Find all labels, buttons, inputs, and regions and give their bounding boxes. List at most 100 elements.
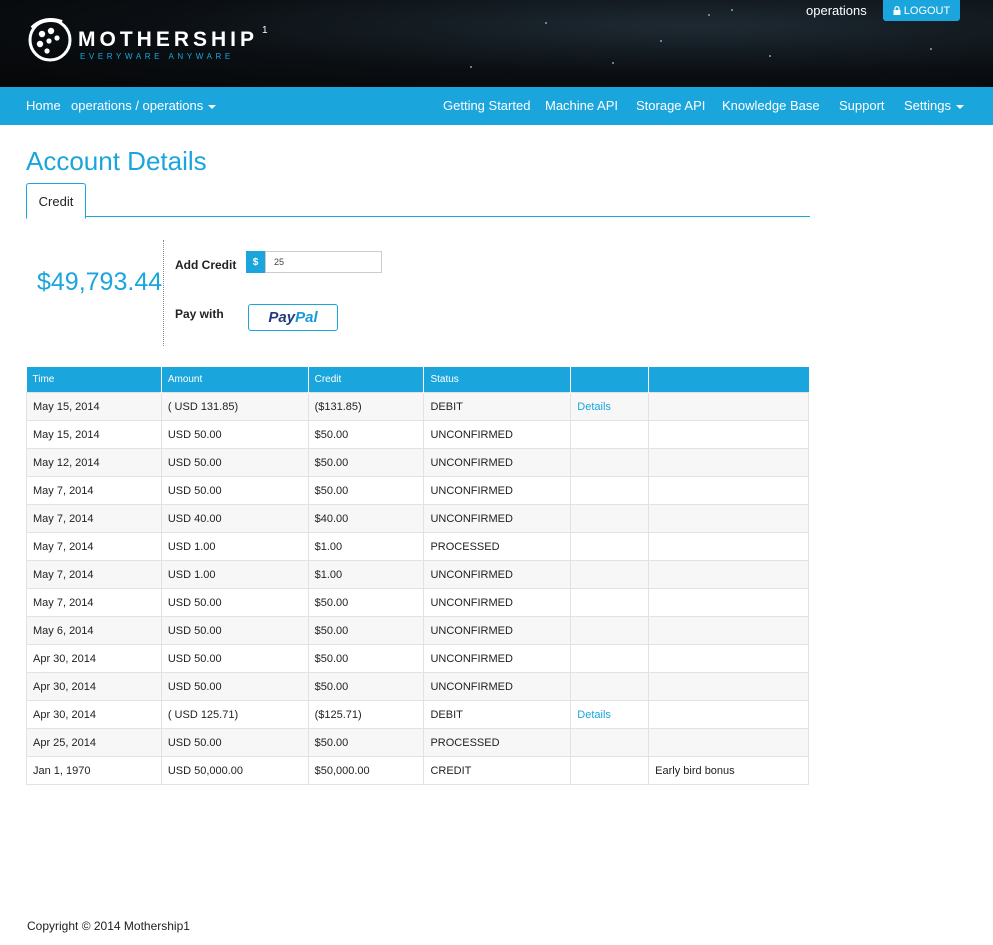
- credit-amount-input[interactable]: [265, 251, 382, 273]
- cell-status: UNCONFIRMED: [423, 588, 572, 617]
- star-decoration: [660, 40, 662, 42]
- details-link[interactable]: Details: [577, 401, 611, 413]
- nav-machine-api[interactable]: Machine API: [545, 98, 618, 113]
- cell-amount: USD 1.00: [160, 532, 309, 561]
- cell-details: [570, 560, 650, 589]
- brand-superscript: 1: [262, 25, 268, 36]
- cell-amount: USD 50.00: [160, 616, 309, 645]
- nav-knowledge-base[interactable]: Knowledge Base: [722, 98, 820, 113]
- table-row: May 7, 2014 USD 1.00 $1.00 UNCONFIRMED: [26, 560, 809, 589]
- cell-note: [648, 616, 809, 645]
- paypal-button[interactable]: Pay Pal: [248, 304, 338, 331]
- nav-support[interactable]: Support: [839, 98, 885, 113]
- cell-credit: $50.00: [307, 420, 425, 449]
- star-decoration: [930, 48, 932, 50]
- cell-details: Details: [570, 700, 650, 729]
- logout-button[interactable]: LOGOUT: [883, 0, 960, 21]
- credit-balance: $49,793.44: [37, 268, 163, 296]
- cell-time: May 12, 2014: [26, 448, 162, 477]
- cell-status: PROCESSED: [423, 728, 572, 757]
- cell-credit: $50.00: [307, 672, 425, 701]
- cell-status: PROCESSED: [423, 532, 572, 561]
- cell-details: [570, 728, 650, 757]
- table-row: Apr 30, 2014 ( USD 125.71) ($125.71) DEB…: [26, 700, 809, 729]
- cell-details: [570, 672, 650, 701]
- cell-credit: $1.00: [307, 532, 425, 561]
- cell-amount: ( USD 131.85): [160, 392, 309, 421]
- table-row: May 12, 2014 USD 50.00 $50.00 UNCONFIRME…: [26, 448, 809, 477]
- star-decoration: [612, 62, 614, 64]
- cell-note: [648, 644, 809, 673]
- cell-time: May 6, 2014: [26, 616, 162, 645]
- table-row: May 7, 2014 USD 50.00 $50.00 UNCONFIRMED: [26, 588, 809, 617]
- cell-time: May 15, 2014: [26, 420, 162, 449]
- table-row: May 7, 2014 USD 50.00 $50.00 UNCONFIRMED: [26, 476, 809, 505]
- nav-settings-label: Settings: [904, 98, 951, 113]
- logout-label: LOGOUT: [903, 4, 951, 17]
- column-header-status: Status: [423, 367, 572, 393]
- cell-credit: $50.00: [307, 448, 425, 477]
- nav-account-label: operations / operations: [71, 98, 204, 113]
- table-row: Apr 30, 2014 USD 50.00 $50.00 UNCONFIRME…: [26, 672, 809, 701]
- cell-credit: $50,000.00: [307, 756, 425, 785]
- nav-settings-dropdown[interactable]: Settings: [904, 98, 964, 113]
- brand-tagline: EVERYWARE ANYWARE: [80, 52, 234, 61]
- cell-details: [570, 616, 650, 645]
- cell-time: Apr 30, 2014: [26, 644, 162, 673]
- cell-time: May 7, 2014: [26, 588, 162, 617]
- star-decoration: [545, 22, 547, 24]
- table-row: Jan 1, 1970 USD 50,000.00 $50,000.00 CRE…: [26, 756, 809, 785]
- cell-credit: $50.00: [307, 644, 425, 673]
- cell-time: Apr 25, 2014: [26, 728, 162, 757]
- table-row: May 7, 2014 USD 1.00 $1.00 PROCESSED: [26, 532, 809, 561]
- paypal-logo-part1: Pay: [268, 309, 296, 326]
- cell-credit: ($131.85): [307, 392, 425, 421]
- table-row: May 15, 2014 ( USD 131.85) ($131.85) DEB…: [26, 392, 809, 421]
- nav-home[interactable]: Home: [26, 98, 61, 113]
- cell-status: DEBIT: [423, 700, 572, 729]
- cell-details: [570, 532, 650, 561]
- cell-credit: ($125.71): [307, 700, 425, 729]
- currency-addon: $: [246, 251, 265, 273]
- star-decoration: [470, 66, 472, 68]
- cell-credit: $50.00: [307, 476, 425, 505]
- nav-getting-started[interactable]: Getting Started: [443, 98, 530, 113]
- column-header-details: [570, 367, 650, 393]
- column-header-credit: Credit: [308, 367, 425, 393]
- table-row: May 6, 2014 USD 50.00 $50.00 UNCONFIRMED: [26, 616, 809, 645]
- cell-status: UNCONFIRMED: [423, 420, 572, 449]
- footer-copyright: Copyright © 2014 Mothership1: [27, 919, 190, 933]
- cell-details: [570, 448, 650, 477]
- cell-note: [648, 588, 809, 617]
- table-row: Apr 30, 2014 USD 50.00 $50.00 UNCONFIRME…: [26, 644, 809, 673]
- cell-status: DEBIT: [423, 392, 572, 421]
- user-name[interactable]: operations: [806, 3, 867, 18]
- tab-credit[interactable]: Credit: [26, 183, 86, 219]
- cell-amount: USD 50.00: [160, 644, 309, 673]
- table-row: Apr 25, 2014 USD 50.00 $50.00 PROCESSED: [26, 728, 809, 757]
- transactions-table: Time Amount Credit Status May 15, 2014 (…: [26, 367, 809, 785]
- nav-account-dropdown[interactable]: operations / operations: [71, 98, 217, 113]
- cell-amount: USD 50.00: [160, 728, 309, 757]
- cell-note: Early bird bonus: [648, 756, 809, 785]
- mothership-logo-icon: [28, 18, 72, 62]
- panel-divider: [163, 240, 164, 346]
- brand-name: MOTHERSHIP: [78, 28, 259, 51]
- cell-time: Apr 30, 2014: [26, 700, 162, 729]
- cell-time: Apr 30, 2014: [26, 672, 162, 701]
- cell-status: UNCONFIRMED: [423, 476, 572, 505]
- cell-amount: USD 50.00: [160, 448, 309, 477]
- cell-details: [570, 504, 650, 533]
- paypal-logo-part2: Pal: [295, 309, 318, 326]
- details-link[interactable]: Details: [577, 709, 611, 721]
- cell-amount: USD 40.00: [160, 504, 309, 533]
- cell-time: May 7, 2014: [26, 504, 162, 533]
- brand-logo[interactable]: MOTHERSHIP 1 EVERYWARE ANYWARE: [26, 14, 276, 66]
- cell-status: UNCONFIRMED: [423, 616, 572, 645]
- cell-status: UNCONFIRMED: [423, 672, 572, 701]
- cell-details: [570, 420, 650, 449]
- page-title: Account Details: [26, 146, 207, 176]
- cell-note: [648, 728, 809, 757]
- cell-note: [648, 532, 809, 561]
- nav-storage-api[interactable]: Storage API: [636, 98, 705, 113]
